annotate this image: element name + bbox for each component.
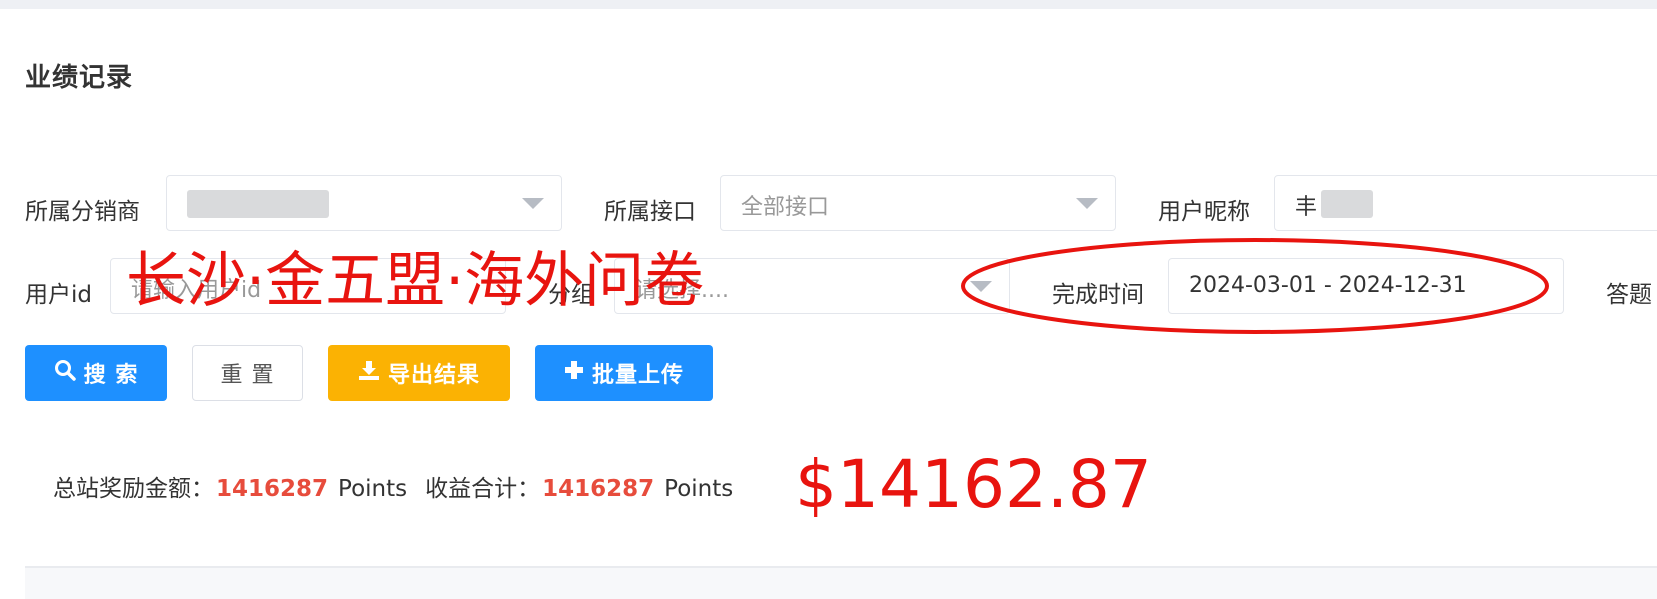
chevron-down-icon [1076, 198, 1098, 209]
export-button[interactable]: 导出结果 [328, 345, 510, 401]
batch-upload-button[interactable]: 批量上传 [535, 345, 713, 401]
chevron-down-icon [522, 198, 544, 209]
total-reward-unit: Points [338, 476, 408, 502]
page-title: 业绩记录 [25, 63, 134, 93]
nickname-label: 用户昵称 [1158, 199, 1250, 225]
distributor-label: 所属分销商 [25, 199, 140, 225]
redacted-value [187, 190, 329, 218]
nickname-input[interactable]: 丰 [1274, 175, 1657, 231]
interface-value: 全部接口 [741, 195, 830, 220]
search-button[interactable]: 搜 索 [25, 345, 167, 401]
search-button-label: 搜 索 [83, 363, 139, 388]
reset-button-label: 重 置 [220, 363, 275, 388]
interface-select[interactable]: 全部接口 [720, 175, 1116, 231]
interface-label: 所属接口 [604, 199, 696, 225]
table-header [25, 566, 1657, 599]
total-reward-value: 1416287 [216, 476, 329, 502]
search-icon [54, 359, 76, 387]
answer-label: 答题 [1606, 282, 1652, 308]
income-total-unit: Points [664, 476, 734, 502]
annotation-title: 长沙·金五盟·海外问卷 [126, 246, 705, 316]
total-reward-label: 总站奖励金额： [53, 476, 214, 502]
user-id-label: 用户id [25, 282, 92, 308]
summary-bar: 总站奖励金额：1416287 Points 收益合计：1416287 Points [53, 469, 733, 503]
top-bar [0, 0, 1657, 9]
plus-icon [564, 360, 584, 386]
income-total-value: 1416287 [542, 476, 655, 502]
export-button-label: 导出结果 [387, 363, 480, 388]
batch-upload-button-label: 批量上传 [591, 363, 684, 388]
annotation-ellipse [961, 238, 1549, 334]
distributor-select[interactable] [166, 175, 562, 231]
download-icon [358, 359, 380, 387]
annotation-amount: $14162.87 [795, 446, 1152, 523]
reset-button[interactable]: 重 置 [192, 345, 303, 401]
income-total-label: 收益合计： [425, 476, 541, 502]
nickname-value: 丰 [1295, 195, 1318, 220]
redacted-value [1321, 190, 1373, 218]
